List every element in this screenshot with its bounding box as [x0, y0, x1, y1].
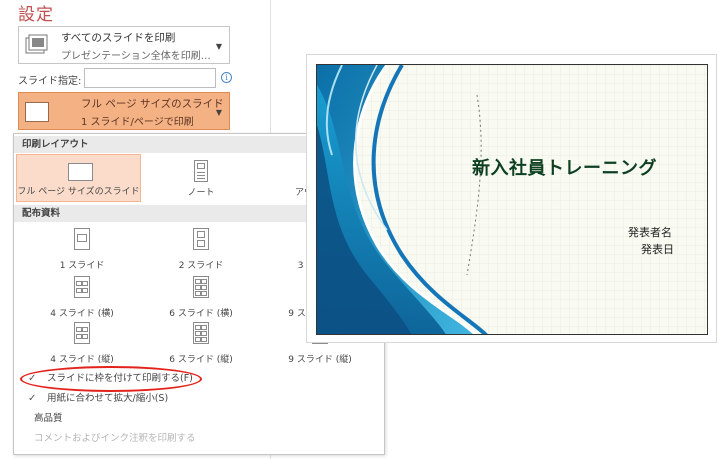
layout-option-label: ノート: [187, 188, 215, 198]
handout-4-vertical[interactable]: 4 スライド (縦): [22, 320, 142, 365]
handout-6-horizontal[interactable]: 6 スライド (横): [141, 274, 261, 319]
highlight-ellipse: [20, 366, 202, 392]
slide-title: 新入社員トレーニング: [472, 158, 657, 179]
print-range-dropdown[interactable]: すべてのスライドを印刷 プレゼンテーション全体を印刷… ▼: [18, 26, 230, 64]
handout-6-vertical[interactable]: 6 スライド (縦): [141, 320, 261, 365]
layout-option-label: フル ページ サイズのスライド: [17, 187, 140, 197]
handout-4h-icon: [74, 276, 90, 298]
handout-label: 9 スライド (縦): [288, 355, 352, 365]
scale-to-fit-label: 用紙に合わせて拡大/縮小(S): [47, 393, 169, 404]
handout-2-icon: [193, 228, 209, 250]
info-icon[interactable]: i: [221, 72, 232, 83]
slide-presenter: 発表者名: [628, 226, 672, 239]
checkmark-icon: ✓: [28, 393, 37, 404]
settings-title: 設定: [18, 5, 54, 25]
print-backstage: 設定 すべてのスライドを印刷 プレゼンテーション全体を印刷… ▼ スライド指定:…: [0, 0, 728, 459]
handout-label: 6 スライド (縦): [169, 355, 233, 365]
handout-2-slides[interactable]: 2 スライド: [141, 226, 261, 271]
slide-spec-label: スライド指定:: [18, 76, 82, 87]
slide-preview: [316, 64, 708, 335]
print-comments-label: コメントおよびインク注釈を印刷する: [34, 433, 196, 444]
handout-4v-icon: [74, 322, 90, 344]
handout-4-horizontal[interactable]: 4 スライド (横): [22, 274, 142, 319]
handout-label: 2 スライド: [178, 261, 224, 271]
handout-label: 6 スライド (横): [169, 309, 233, 319]
handout-label: 4 スライド (縦): [50, 355, 114, 365]
notes-layout-icon: [194, 160, 208, 182]
handout-6h-icon: [193, 276, 209, 298]
chevron-down-icon: ▼: [215, 42, 222, 51]
print-comments-option: コメントおよびインク注釈を印刷する: [14, 430, 384, 448]
layout-dropdown[interactable]: フル ページ サイズのスライド 1 スライド/ページで印刷 ▼: [18, 92, 230, 130]
slide-background-art: [317, 65, 707, 334]
handout-label: 4 スライド (横): [50, 309, 114, 319]
layout-option-full-page[interactable]: フル ページ サイズのスライド: [16, 154, 141, 202]
handout-label: 1 スライド: [59, 261, 105, 271]
slide-spec-input[interactable]: [84, 68, 216, 88]
handout-1-slide[interactable]: 1 スライド: [22, 226, 142, 271]
full-page-slide-icon: [25, 102, 49, 122]
print-range-title: すべてのスライドを印刷: [61, 32, 176, 44]
layout-dropdown-title: フル ページ サイズのスライド: [81, 98, 224, 110]
handout-1-icon: [74, 228, 90, 250]
layout-option-notes[interactable]: ノート: [141, 154, 261, 202]
full-page-layout-icon: [68, 163, 93, 181]
handout-6v-icon: [193, 322, 209, 344]
chevron-down-icon: ▼: [215, 108, 222, 117]
layout-dropdown-description: 1 スライド/ページで印刷: [81, 117, 194, 128]
slide-date: 発表日: [641, 243, 674, 256]
slides-stack-icon: [25, 34, 48, 54]
scale-to-fit-option[interactable]: ✓ 用紙に合わせて拡大/縮小(S): [14, 390, 384, 408]
print-range-description: プレゼンテーション全体を印刷…: [61, 51, 211, 62]
high-quality-label: 高品質: [34, 413, 63, 424]
high-quality-option[interactable]: 高品質: [14, 410, 384, 428]
